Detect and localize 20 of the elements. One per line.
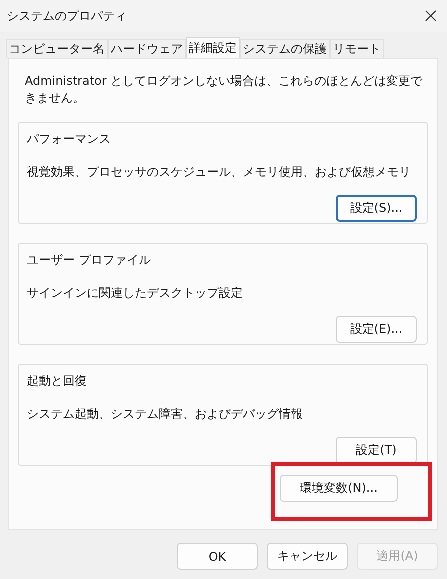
environment-variables-button[interactable]: 環境変数(N)...	[280, 475, 398, 502]
close-icon[interactable]	[425, 10, 437, 22]
settings-button[interactable]: 設定(S)...	[336, 195, 417, 222]
group-description: システム起動、システム障害、およびデバッグ情報	[27, 406, 303, 423]
tab[interactable]: 詳細設定	[186, 37, 240, 58]
group-title: ユーザー プロファイル	[27, 252, 151, 269]
notice-text: Administrator としてログオンしない場合は、これらのほとんどは変更できません。	[25, 73, 424, 107]
group-description: 視覚効果、プロセッサのスケジュール、メモリ使用、および仮想メモリ	[27, 164, 411, 181]
group-title: パフォーマンス	[27, 131, 111, 148]
group-title: 起動と回復	[27, 373, 87, 390]
settings-button[interactable]: 設定(T)	[336, 437, 417, 464]
dialog-button[interactable]: OK	[177, 543, 258, 570]
tab[interactable]: ハードウェア	[108, 39, 186, 58]
dialog-button[interactable]: キャンセル	[267, 543, 348, 570]
tab[interactable]: システムの保護	[240, 39, 330, 58]
tab[interactable]: リモート	[330, 39, 384, 58]
window-title: システムのプロパティ	[7, 8, 127, 24]
group-description: サインインに関連したデスクトップ設定	[27, 285, 243, 302]
settings-button[interactable]: 設定(E)...	[336, 316, 417, 343]
tab[interactable]: コンピューター名	[6, 39, 108, 58]
